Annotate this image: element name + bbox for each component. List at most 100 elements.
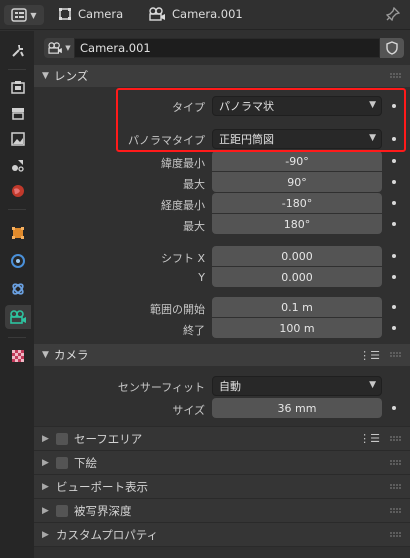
clip-start-field[interactable]: 0.1 m [212,297,382,317]
tool-tab[interactable] [5,39,31,63]
chevron-down-icon: ▼ [369,380,376,390]
drag-handle-icon[interactable] [390,436,402,442]
camera-data-icon [149,7,165,21]
presets-list-icon[interactable]: ⋮☰ [359,349,380,362]
render-tab-icon [11,81,25,94]
keyframe-dot-icon[interactable] [392,305,396,309]
safe-areas-panel[interactable]: ▶ セーフエリア ⋮☰ [34,426,410,450]
latitude-min-field[interactable]: -90° [212,151,382,171]
shift-y-label: Y [198,271,205,284]
clip-end-label: 終了 [183,324,205,337]
expanded-arrow-icon: ▼ [42,350,49,360]
chevron-down-icon: ▼ [65,44,71,52]
shift-x-label: シフト X [160,252,205,265]
drag-handle-icon[interactable] [390,352,402,358]
depth-of-field-checkbox[interactable] [56,504,68,517]
output-tab-icon [12,108,24,120]
render-tab[interactable] [5,75,31,99]
keyframe-dot-icon[interactable] [392,326,396,330]
sensor-fit-label: センサーフィット [117,381,205,394]
datablock-browse-button[interactable]: ▼ [44,38,74,58]
keyframe-dot-icon[interactable] [392,104,396,108]
drag-handle-icon[interactable] [390,484,402,490]
collapsed-arrow-icon: ▶ [42,529,49,540]
editor-type-button[interactable]: ▼ [4,5,44,25]
camera-data-icon [48,42,63,54]
camera-data-tab[interactable] [5,305,31,329]
safe-areas-label: セーフエリア [74,431,143,446]
background-images-label: 下絵 [74,455,97,470]
keyframe-dot-icon[interactable] [392,137,396,141]
type-label: タイプ [172,101,205,114]
shift-y-field[interactable]: 0.000 [212,267,382,287]
collapsed-arrow-icon: ▶ [42,481,49,492]
viewport-display-panel[interactable]: ▶ ビューポート表示 [34,474,410,498]
scene-tab[interactable] [5,153,31,177]
properties-tab-strip [0,31,34,558]
latitude-max-label: 最大 [183,178,205,191]
keyframe-dot-icon[interactable] [392,254,396,258]
collapsed-arrow-icon: ▶ [42,505,49,516]
panel-bottom-spacer [34,546,410,558]
sensor-size-field[interactable]: 36 mm [212,398,382,418]
latitude-max-field[interactable]: 90° [212,172,382,192]
shift-x-field[interactable]: 0.000 [212,246,382,266]
sensor-fit-value: 自動 [219,380,241,393]
custom-properties-panel[interactable]: ▶ カスタムプロパティ [34,522,410,546]
sensor-size-label: サイズ [172,404,205,417]
view-layer-tab[interactable] [5,127,31,151]
drag-handle-icon[interactable] [390,73,402,79]
longitude-max-label: 最大 [183,220,205,233]
camera-panel-header[interactable]: ▼ カメラ ⋮☰ [34,344,410,366]
clip-end-field[interactable]: 100 m [212,318,382,338]
drag-handle-icon[interactable] [390,508,402,514]
keyframe-dot-icon[interactable] [392,159,396,163]
panorama-type-label: パノラマタイプ [128,134,205,147]
background-images-panel[interactable]: ▶ 下絵 [34,450,410,474]
depth-of-field-label: 被写界深度 [74,503,132,518]
panorama-type-dropdown[interactable]: 正距円筒図 ▼ [212,129,382,149]
world-tab[interactable] [5,179,31,203]
object-tab-icon [12,227,24,239]
drag-handle-icon[interactable] [390,532,402,538]
collapsed-arrow-icon: ▶ [42,433,49,444]
collapsed-arrow-icon: ▶ [42,457,49,468]
pin-icon[interactable] [385,6,401,25]
sensor-fit-dropdown[interactable]: 自動 ▼ [212,376,382,396]
breadcrumb-object: Camera [58,7,123,21]
depth-of-field-panel[interactable]: ▶ 被写界深度 [34,498,410,522]
presets-list-icon[interactable]: ⋮☰ [359,432,380,445]
lens-panel-title: レンズ [54,69,89,83]
keyframe-dot-icon[interactable] [392,180,396,184]
panorama-type-value: 正距円筒図 [219,133,274,146]
properties-main: ▼ Camera.001 ▼ レンズ タイプ パノラマ状 ▼ パノラマタイプ 正… [34,31,410,558]
camera-data-tab-icon [10,310,26,324]
datablock-name-field[interactable]: Camera.001 [74,38,380,58]
output-tab[interactable] [5,101,31,125]
scene-tab-icon [12,160,24,172]
longitude-min-field[interactable]: -180° [212,193,382,213]
longitude-max-field[interactable]: 180° [212,214,382,234]
texture-tab[interactable] [5,344,31,368]
object-tab[interactable] [5,221,31,245]
keyframe-dot-icon[interactable] [392,406,396,410]
tool-tab-icon [12,45,24,57]
physics-tab[interactable] [5,249,31,273]
lens-panel-header[interactable]: ▼ レンズ [34,65,410,87]
chevron-down-icon: ▼ [30,10,37,20]
keyframe-dot-icon[interactable] [392,201,396,205]
type-dropdown[interactable]: パノラマ状 ▼ [212,96,382,116]
drag-handle-icon[interactable] [390,460,402,466]
clip-start-label: 範囲の開始 [150,303,205,316]
custom-properties-label: カスタムプロパティ [56,527,159,542]
constraint-tab[interactable] [5,277,31,301]
camera-panel-body: センサーフィット 自動 ▼ サイズ 36 mm [34,366,410,426]
fake-user-button[interactable] [380,38,404,58]
expanded-arrow-icon: ▼ [42,71,49,81]
background-images-checkbox[interactable] [56,456,68,469]
keyframe-dot-icon[interactable] [392,275,396,279]
safe-areas-checkbox[interactable] [56,432,68,445]
breadcrumb-object-label: Camera [78,7,124,21]
keyframe-dot-icon[interactable] [392,222,396,226]
texture-tab-icon [12,350,24,362]
